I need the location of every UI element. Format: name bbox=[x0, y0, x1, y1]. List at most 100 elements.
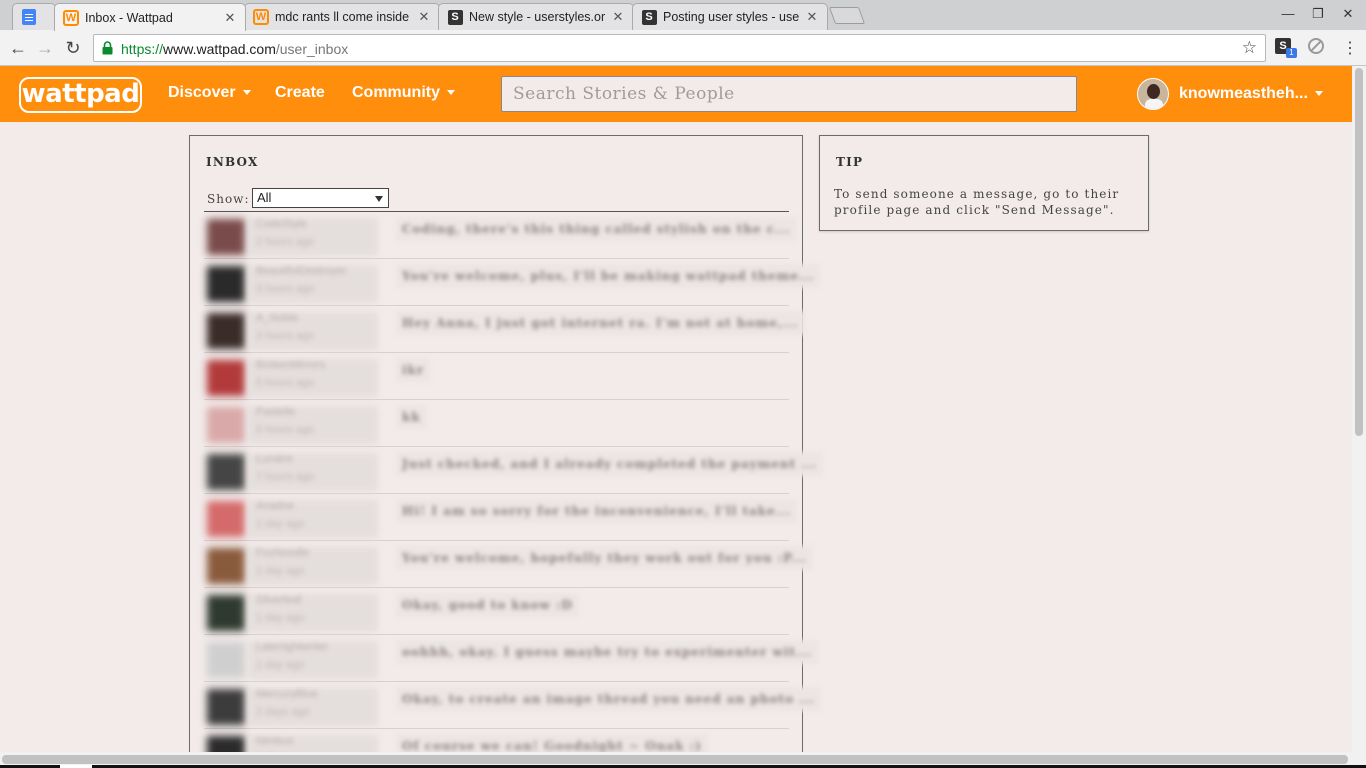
chrome-menu-icon[interactable]: ⋮ bbox=[1342, 38, 1358, 58]
message-row[interactable]: CodeStyle 2 hours ago Coding, there's this… bbox=[204, 212, 797, 259]
message-preview[interactable]: Hi! I am so sorry for the inconvenience,… bbox=[396, 499, 798, 523]
sender-avatar[interactable] bbox=[207, 548, 245, 584]
message-row[interactable]: Lunaire 7 hours ago Just checked, and I al… bbox=[204, 447, 823, 494]
message-row[interactable]: BrokenMirrors 5 hours ago ikr bbox=[204, 353, 789, 400]
message-row[interactable]: BeautifulDestroyer 3 hours ago You're welc… bbox=[204, 259, 821, 306]
sender-avatar[interactable] bbox=[207, 313, 245, 349]
wattpad-logo[interactable]: wattpad bbox=[19, 77, 142, 113]
sender-name[interactable]: Nimbus bbox=[256, 735, 293, 747]
message-row[interactable]: MercuryBlue 2 days ago Okay, to create an … bbox=[204, 682, 821, 729]
message-time: 1 day ago bbox=[256, 659, 305, 671]
sender-avatar[interactable] bbox=[207, 595, 245, 631]
message-preview[interactable]: ikr bbox=[396, 358, 431, 382]
message-preview[interactable]: You're welcome, plus, I'll be making wat… bbox=[396, 264, 821, 288]
tab-inbox-wattpad[interactable]: W Inbox - Wattpad ✕ bbox=[54, 3, 246, 31]
message-time: 5 hours ago bbox=[256, 377, 315, 389]
forward-arrow-icon[interactable]: → bbox=[34, 37, 56, 59]
caret-down-icon bbox=[447, 90, 455, 96]
reload-icon[interactable]: ↻ bbox=[62, 37, 84, 59]
sender-name[interactable]: CodeStyle bbox=[256, 218, 307, 230]
tab-title: New style - userstyles.org bbox=[469, 10, 605, 24]
nav-community[interactable]: Community bbox=[352, 84, 455, 102]
sender-avatar[interactable] bbox=[207, 501, 245, 537]
site-header: wattpad Discover Create Community knowme… bbox=[0, 66, 1352, 122]
close-icon[interactable]: ✕ bbox=[611, 10, 625, 24]
sender-avatar[interactable] bbox=[207, 219, 245, 255]
sender-avatar[interactable] bbox=[207, 266, 245, 302]
message-time: 1 day ago bbox=[256, 565, 305, 577]
sender-name[interactable]: FoxNoodle bbox=[256, 547, 309, 559]
url-text: https://www.wattpad.com/user_inbox bbox=[121, 41, 349, 57]
tab-title: mdc rants ll come inside bbox=[275, 10, 410, 24]
tab-google-docs[interactable] bbox=[12, 3, 56, 30]
message-row[interactable]: Pastelle 6 hours ago kk bbox=[204, 400, 789, 447]
message-preview[interactable]: Okay, good to know :D bbox=[396, 593, 579, 617]
message-time: 7 hours ago bbox=[256, 471, 315, 483]
window-close-icon[interactable]: ✕ bbox=[1339, 5, 1357, 23]
message-time: 2 hours ago bbox=[256, 236, 315, 248]
tab-posting-user-styles[interactable]: S Posting user styles - userstyles ✕ bbox=[632, 3, 828, 30]
tip-panel: TIP To send someone a message, go to the… bbox=[819, 135, 1149, 231]
message-preview[interactable]: Okay, to create an image thread you need… bbox=[396, 687, 821, 711]
userstyles-icon: S bbox=[447, 9, 463, 25]
scrollbar-thumb[interactable] bbox=[2, 755, 1348, 764]
lock-icon bbox=[102, 41, 113, 55]
back-arrow-icon[interactable]: ← bbox=[7, 37, 29, 59]
message-preview[interactable]: oohhh, okay. I guess maybe try to experi… bbox=[396, 640, 818, 664]
sender-avatar[interactable] bbox=[207, 360, 245, 396]
sender-name[interactable]: Ariadne bbox=[256, 500, 294, 512]
sender-name[interactable]: BeautifulDestroyer bbox=[256, 265, 347, 277]
sender-name[interactable]: Pastelle bbox=[256, 406, 295, 418]
message-time: 2 days ago bbox=[256, 706, 310, 718]
sender-name[interactable]: BrokenMirrors bbox=[256, 359, 325, 371]
restore-icon[interactable]: ❐ bbox=[1309, 5, 1327, 23]
close-icon[interactable]: ✕ bbox=[417, 10, 431, 24]
message-row[interactable]: Silverleaf 1 day ago Okay, good to know :D bbox=[204, 588, 789, 635]
message-list: CodeStyle 2 hours ago Coding, there's this… bbox=[204, 212, 823, 768]
message-preview[interactable]: kk bbox=[396, 405, 427, 429]
sender-name[interactable]: Lunaire bbox=[256, 453, 293, 465]
sender-name[interactable]: Latenightwriter bbox=[256, 641, 328, 653]
address-bar[interactable]: https://www.wattpad.com/user_inbox ☆ bbox=[93, 34, 1266, 62]
caret-down-icon bbox=[242, 90, 251, 96]
sender-name[interactable]: MercuryBlue bbox=[256, 688, 318, 700]
new-tab-button[interactable] bbox=[828, 7, 866, 24]
show-filter-select[interactable]: All bbox=[252, 188, 389, 208]
message-time: 3 hours ago bbox=[256, 330, 315, 342]
vertical-scrollbar[interactable] bbox=[1352, 66, 1366, 768]
sender-avatar[interactable] bbox=[207, 407, 245, 443]
minimize-icon[interactable]: — bbox=[1279, 5, 1297, 23]
nav-create[interactable]: Create bbox=[275, 84, 325, 102]
avatar[interactable] bbox=[1137, 78, 1169, 110]
sender-avatar[interactable] bbox=[207, 642, 245, 678]
message-time: 6 hours ago bbox=[256, 424, 315, 436]
block-extension-icon[interactable] bbox=[1308, 38, 1324, 54]
tab-title: Posting user styles - userstyles bbox=[663, 10, 799, 24]
nav-discover[interactable]: Discover bbox=[168, 84, 251, 102]
inbox-panel: INBOX Show: All CodeStyle 2 hours ago Codi… bbox=[189, 135, 823, 768]
close-icon[interactable]: ✕ bbox=[223, 10, 237, 25]
message-preview[interactable]: Hey Anna, I just got internet ra. I'm no… bbox=[396, 311, 805, 335]
bookmark-star-icon[interactable]: ☆ bbox=[1242, 38, 1257, 58]
sender-avatar[interactable] bbox=[207, 689, 245, 725]
user-menu[interactable]: knowmeastheh... bbox=[1179, 85, 1323, 103]
search-input[interactable] bbox=[501, 76, 1077, 112]
extension-badge: 1 bbox=[1286, 48, 1297, 58]
message-row[interactable]: Ariadne 1 day ago Hi! I am so sorry for th… bbox=[204, 494, 798, 541]
scrollbar-thumb[interactable] bbox=[1355, 68, 1363, 436]
tab-title: Inbox - Wattpad bbox=[85, 10, 173, 25]
sender-name[interactable]: A_Noble bbox=[256, 312, 298, 324]
message-preview[interactable]: Coding, there's this thing called stylis… bbox=[396, 217, 797, 241]
sender-avatar[interactable] bbox=[207, 454, 245, 490]
dropdown-arrow-icon bbox=[375, 196, 383, 202]
message-row[interactable]: Latenightwriter 1 day ago oohhh, okay. I g… bbox=[204, 635, 818, 682]
sender-name[interactable]: Silverleaf bbox=[256, 594, 301, 606]
tab-new-style-userstyles[interactable]: S New style - userstyles.org ✕ bbox=[438, 3, 634, 30]
close-icon[interactable]: ✕ bbox=[805, 10, 819, 24]
inbox-title: INBOX bbox=[206, 155, 259, 169]
message-preview[interactable]: You're welcome, hopefully they work out … bbox=[396, 546, 813, 570]
tab-mdc-rants[interactable]: W mdc rants ll come inside ✕ bbox=[244, 3, 440, 30]
message-preview[interactable]: Just checked, and I already completed th… bbox=[396, 452, 823, 476]
message-row[interactable]: FoxNoodle 1 day ago You're welcome, hopefu… bbox=[204, 541, 813, 588]
message-row[interactable]: A_Noble 3 hours ago Hey Anna, I just got i… bbox=[204, 306, 805, 353]
